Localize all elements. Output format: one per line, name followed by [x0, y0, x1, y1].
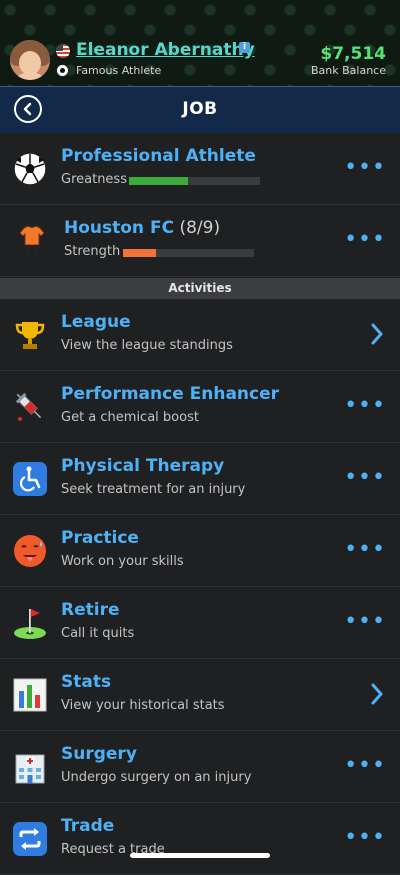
trophy-icon — [15, 322, 45, 349]
occupation-label: Famous Athlete — [76, 64, 162, 77]
more-options-button[interactable]: ••• — [344, 537, 386, 562]
activity-title: Retire — [61, 600, 120, 620]
bank-balance-label: Bank Balance — [311, 64, 386, 77]
activity-subtitle: Undergo surgery on an injury — [61, 770, 252, 785]
activity-title: Stats — [61, 672, 112, 692]
stat-label: Strength — [64, 244, 121, 259]
more-options-button[interactable]: ••• — [344, 465, 386, 490]
activity-row-stats[interactable]: Stats View your historical stats — [0, 659, 400, 731]
activity-row-performance-enhancer[interactable]: Performance Enhancer Get a chemical boos… — [0, 371, 400, 443]
greatness-bar — [129, 177, 260, 185]
page-title: JOB — [182, 99, 218, 119]
avatar[interactable] — [10, 40, 50, 80]
greatness-bar-fill — [129, 177, 188, 185]
activity-title: Practice — [61, 528, 139, 548]
us-flag-icon — [56, 44, 70, 58]
activity-row-surgery[interactable]: Surgery Undergo surgery on an injury ••• — [0, 731, 400, 803]
character-name[interactable]: Eleanor Abernathy — [76, 40, 255, 60]
activity-subtitle: Get a chemical boost — [61, 410, 199, 425]
wheelchair-icon — [13, 462, 47, 496]
more-options-button[interactable]: ••• — [344, 825, 386, 850]
activity-subtitle: View your historical stats — [61, 698, 225, 713]
section-header-activities: Activities — [0, 278, 400, 299]
strength-bar-fill — [123, 249, 156, 257]
repeat-arrows-icon — [13, 822, 47, 856]
team-title: Houston FC (8/9) — [64, 218, 221, 238]
career-row-athlete[interactable]: Professional Athlete Greatness ••• — [0, 133, 400, 205]
more-options-button[interactable]: ••• — [344, 609, 386, 634]
strength-bar — [123, 249, 254, 257]
activity-subtitle: View the league standings — [61, 338, 233, 353]
activity-title: Trade — [61, 816, 115, 836]
activity-row-physical-therapy[interactable]: Physical Therapy Seek treatment for an i… — [0, 443, 400, 515]
hot-face-icon — [14, 535, 46, 567]
soccer-ball-small-icon — [56, 64, 69, 77]
bank-balance: $7,514 — [320, 44, 386, 64]
activity-title: Physical Therapy — [61, 456, 225, 476]
activity-title: Performance Enhancer — [61, 384, 280, 404]
more-options-button[interactable]: ••• — [344, 393, 386, 418]
syringe-icon — [15, 392, 42, 421]
golf-flag-icon — [14, 609, 46, 639]
career-row-team[interactable]: Houston FC (8/9) Strength ••• — [0, 205, 400, 277]
bar-chart-icon — [13, 678, 47, 712]
stat-label: Greatness — [61, 172, 127, 187]
activity-row-league[interactable]: League View the league standings — [0, 299, 400, 371]
activity-title: League — [61, 312, 131, 332]
more-options-button[interactable]: ••• — [344, 753, 386, 778]
profile-header: Eleanor Abernathy i Famous Athlete $7,51… — [0, 0, 400, 86]
activity-subtitle: Seek treatment for an injury — [61, 482, 246, 497]
info-icon[interactable]: i — [239, 42, 250, 53]
activity-row-practice[interactable]: Practice Work on your skills ••• — [0, 515, 400, 587]
career-title: Professional Athlete — [61, 146, 256, 166]
chevron-right-icon[interactable] — [370, 683, 384, 705]
activity-subtitle: Work on your skills — [61, 554, 184, 569]
soccer-ball-icon — [13, 152, 47, 186]
home-indicator[interactable] — [130, 853, 270, 858]
title-bar: JOB — [0, 86, 400, 133]
activity-row-trade[interactable]: Trade Request a trade ••• — [0, 803, 400, 875]
activity-row-retire[interactable]: Retire Call it quits ••• — [0, 587, 400, 659]
chevron-right-icon[interactable] — [370, 323, 384, 345]
activity-subtitle: Call it quits — [61, 626, 135, 641]
more-options-button[interactable]: ••• — [344, 155, 386, 180]
more-options-button[interactable]: ••• — [344, 227, 386, 252]
jersey-icon — [19, 225, 45, 256]
activity-title: Surgery — [61, 744, 137, 764]
hospital-icon — [15, 754, 45, 784]
